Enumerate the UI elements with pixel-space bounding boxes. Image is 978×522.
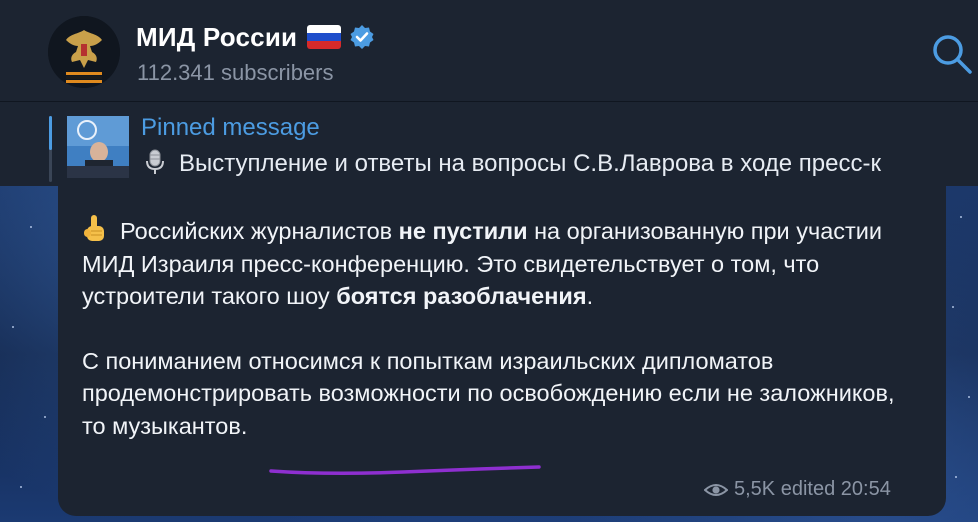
pinned-indicator-active: [49, 116, 52, 150]
pinned-label: Pinned message: [141, 114, 320, 141]
message-text: Российских журналистов не пустили на орг…: [82, 214, 912, 442]
message-p1-bold-b: боятся разобла­чения: [336, 283, 587, 309]
index-pointing-up-emoji: [84, 215, 104, 241]
eye-icon: [704, 483, 728, 496]
russia-flag-icon: [307, 25, 342, 49]
channel-title[interactable]: МИД России: [136, 22, 297, 53]
message-paragraph-2: С пониманием относимся к попыткам израил…: [82, 347, 895, 439]
channel-avatar[interactable]: [48, 16, 120, 88]
annotation-underline: [269, 465, 541, 476]
pinned-thumbnail[interactable]: [67, 116, 129, 178]
channel-header: МИД России 112.341 subscribers: [0, 0, 978, 102]
microphone-icon: [146, 149, 164, 174]
coat-of-arms-icon: [48, 16, 120, 88]
verified-badge-icon: [350, 25, 374, 49]
subscriber-count: 112.341 subscribers: [137, 60, 334, 85]
search-icon[interactable]: [930, 32, 974, 76]
message-p1-bold-a: не пустили: [398, 218, 528, 244]
message-meta: 5,5K edited 20:54: [704, 478, 891, 501]
pinned-text-row: Выступление и ответы на вопросы С.В.Лавр…: [141, 148, 881, 178]
pinned-text: Выступление и ответы на вопросы С.В.Лавр…: [179, 150, 881, 177]
message-p1-end: .: [586, 283, 594, 309]
edited-time: edited 20:54: [780, 478, 891, 500]
view-count: 5,5K: [734, 478, 776, 500]
message-p1-part-a: Российских журналистов: [120, 218, 399, 244]
